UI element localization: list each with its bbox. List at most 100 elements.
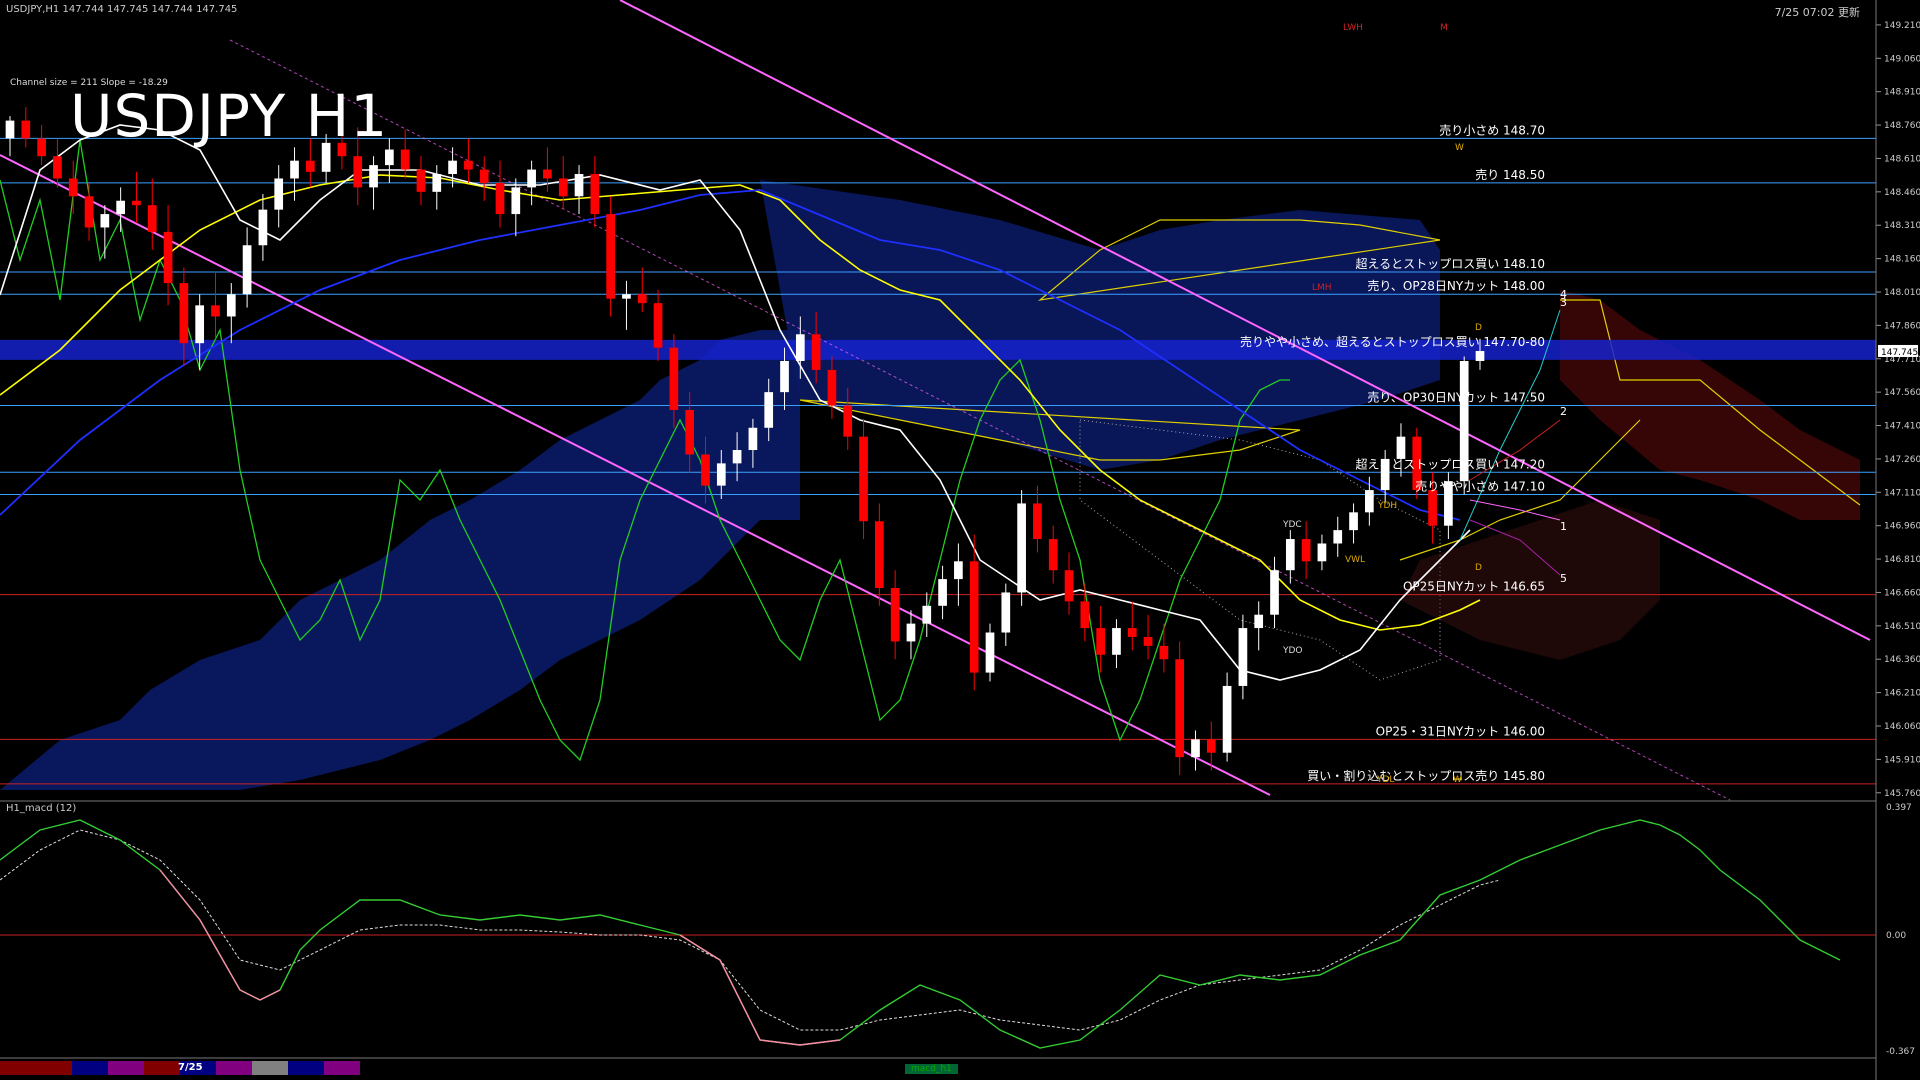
svg-text:-0.367: -0.367 — [1886, 1047, 1915, 1057]
candle-body — [732, 450, 742, 464]
candle-body — [179, 283, 189, 344]
y-tick-label: 146.210 — [1884, 689, 1920, 699]
svg-text:0.397: 0.397 — [1886, 803, 1912, 813]
candle-body — [1238, 628, 1248, 686]
candle-body — [68, 178, 78, 197]
period-block — [144, 1061, 180, 1075]
wave-label: 5 — [1560, 572, 1567, 585]
candle-body — [353, 156, 363, 188]
candle-body — [21, 120, 31, 139]
candle-body — [258, 209, 268, 246]
y-tick-label: 147.110 — [1884, 488, 1920, 498]
candle-body — [890, 588, 900, 642]
candle-body — [242, 245, 252, 295]
candle-body — [748, 427, 758, 451]
candle-body — [985, 632, 995, 673]
candle-body — [1001, 592, 1011, 633]
candle-body — [1127, 628, 1137, 637]
candle-body — [132, 200, 141, 206]
candle-body — [685, 409, 695, 455]
y-tick-label: 147.860 — [1884, 321, 1920, 331]
candle-body — [606, 214, 615, 299]
candle-body — [385, 149, 394, 166]
y-tick-label: 146.360 — [1884, 655, 1920, 665]
y-tick-label: 146.660 — [1884, 588, 1920, 598]
wave-label: 4 — [1560, 288, 1567, 301]
macd-badge: macd_h1 — [905, 1064, 958, 1074]
box-label: D — [1475, 563, 1482, 573]
box-label: VWL — [1345, 555, 1365, 565]
candle-body — [1017, 503, 1026, 593]
candle-body — [479, 169, 489, 183]
candle-body — [780, 360, 789, 393]
y-tick-label: 148.610 — [1884, 154, 1920, 164]
candle-body — [100, 214, 110, 228]
candle-body — [1254, 614, 1264, 629]
candle-body — [701, 454, 710, 486]
candle-body — [558, 178, 568, 197]
y-tick-label: 146.810 — [1884, 555, 1920, 565]
y-tick-label: 149.060 — [1884, 54, 1920, 64]
ichimoku-cloud-left — [0, 330, 800, 790]
candle-body — [716, 463, 726, 486]
candle-body — [622, 294, 631, 299]
y-tick-label: 148.160 — [1884, 255, 1920, 265]
period-block — [108, 1061, 144, 1075]
candle-body — [53, 156, 62, 179]
candle-body — [859, 436, 868, 522]
y-tick-label: 146.960 — [1884, 522, 1920, 532]
period-block — [288, 1061, 324, 1075]
candle-body — [1112, 628, 1121, 655]
candle-body — [1349, 512, 1358, 531]
price-axis: 149.210 149.060 148.910 148.760 148.610 148.4… — [1876, 21, 1920, 799]
candle-body — [147, 205, 157, 232]
candle-body — [400, 149, 410, 170]
level-label: 売りやや小さめ 147.10 — [1415, 479, 1545, 494]
level-band — [0, 339, 1876, 360]
channel-info: Channel size = 211 Slope = -18.29 — [10, 78, 168, 88]
candle-body — [163, 231, 173, 284]
y-tick-label: 148.010 — [1884, 288, 1920, 298]
y-tick-label: 146.060 — [1884, 722, 1920, 732]
candle-body — [1143, 636, 1153, 646]
candle-body — [1428, 490, 1437, 526]
candle-body — [653, 303, 663, 348]
level-label: 超えるとストップロス買い 148.10 — [1356, 256, 1545, 271]
chart-window: { "header": { "symbol_info": "USDJPY,H1 … — [0, 0, 1920, 1080]
candle-body — [527, 169, 536, 188]
level-label: 売り、OP28日NYカット 148.00 — [1367, 278, 1545, 293]
svg-text:0.00: 0.00 — [1886, 931, 1906, 941]
macd-panel: 0.397 0.00 -0.367 — [0, 803, 1915, 1057]
box-label: YDH — [1377, 501, 1397, 511]
candle-body — [1191, 739, 1200, 758]
candle-body — [543, 169, 552, 179]
candle-body — [1396, 436, 1406, 459]
y-tick-label: 147.410 — [1884, 422, 1920, 432]
price-chart: 149.210 149.060 148.910 148.760 148.610 148.4… — [0, 0, 1920, 1080]
period-block — [252, 1061, 288, 1075]
wave-label: 1 — [1560, 520, 1567, 533]
candle-body — [195, 305, 205, 344]
candle-body — [843, 405, 853, 437]
candle-body — [1333, 530, 1343, 544]
y-tick-label: 145.760 — [1884, 789, 1920, 799]
candle-body — [590, 174, 600, 215]
candle-body — [1206, 739, 1216, 753]
candle-body — [495, 182, 505, 215]
candle-body — [811, 334, 821, 370]
candle-body — [116, 200, 125, 215]
candle-body — [1064, 570, 1074, 602]
wave-label: 2 — [1560, 405, 1567, 418]
candle-body — [464, 160, 473, 170]
candle-body — [1159, 645, 1169, 660]
box-label: W — [1455, 143, 1464, 153]
y-tick-label: 148.310 — [1884, 221, 1920, 231]
level-label: OP25日NYカット 146.65 — [1403, 580, 1545, 594]
candle-body — [875, 521, 884, 589]
y-tick-label: 148.460 — [1884, 188, 1920, 198]
candle-body — [5, 120, 15, 139]
macd-main-line — [0, 819, 1841, 1049]
candle-body — [448, 160, 457, 175]
ichimoku-cloud-mid — [760, 180, 1441, 470]
candle-body — [1301, 539, 1311, 562]
